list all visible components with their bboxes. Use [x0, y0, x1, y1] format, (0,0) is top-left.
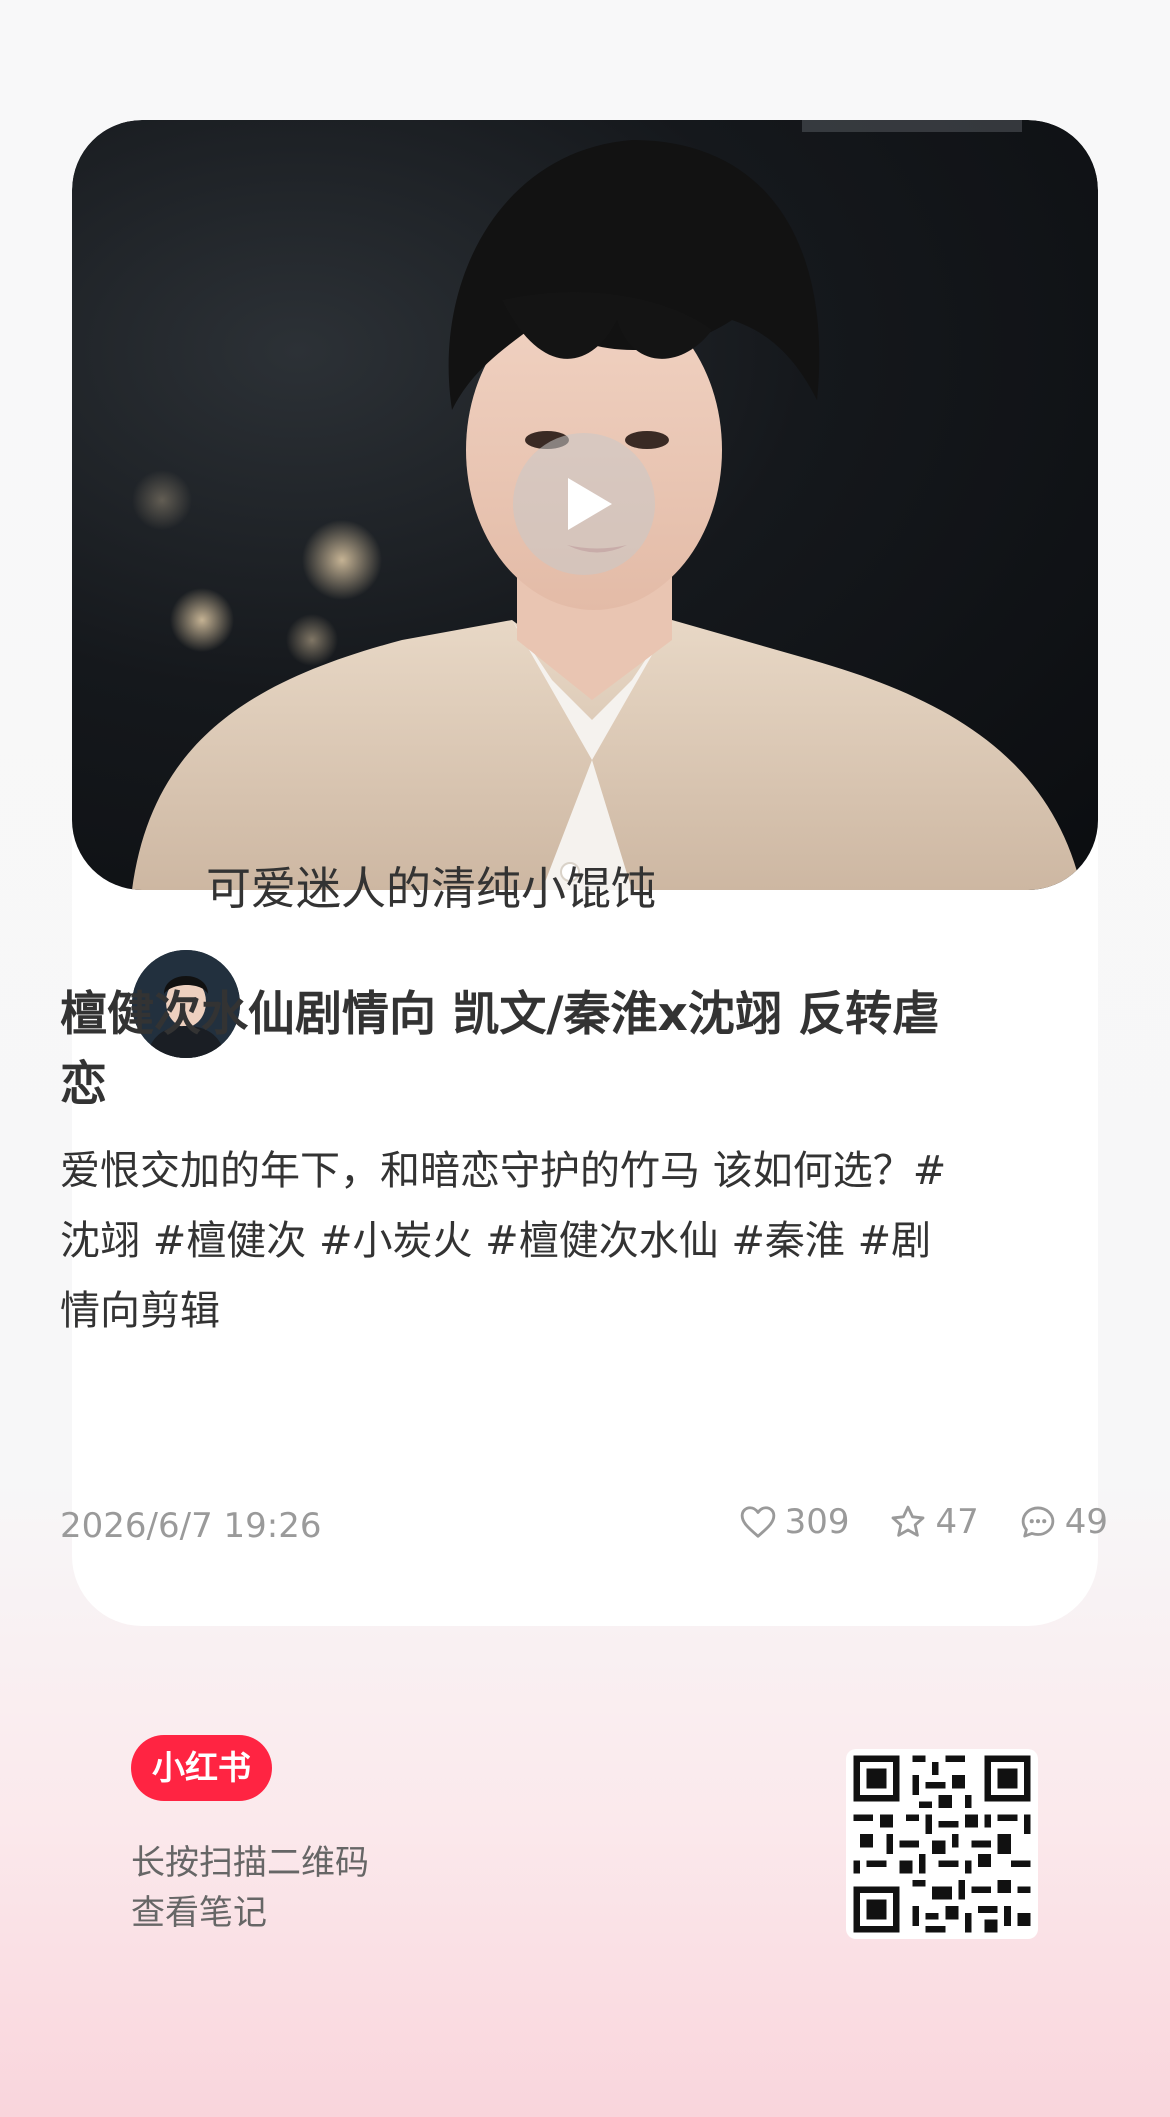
- comment-stat[interactable]: 49: [1019, 1502, 1108, 1542]
- comment-count: 49: [1064, 1502, 1108, 1542]
- favorite-stat[interactable]: 47: [889, 1502, 979, 1542]
- video-cover[interactable]: [72, 120, 1098, 890]
- note-description: 爱恨交加的年下，和暗恋守护的竹马 该如何选？#沈翊 #檀健次 #小炭火 #檀健次…: [60, 1148, 947, 1334]
- scan-hint-line2: 查看笔记: [131, 1893, 267, 1933]
- author-name[interactable]: 可爱迷人的清纯小馄饨: [206, 852, 656, 917]
- note-title: 檀健次水仙剧情向 凯文/秦淮x沈翊 反转虐恋: [60, 987, 940, 1112]
- play-button[interactable]: [513, 433, 655, 575]
- scan-hint: 长按扫描二维码 查看笔记: [131, 1838, 369, 1938]
- note-date: 2026/6/7 19:26: [60, 1506, 322, 1546]
- note-stats: 309 47 49: [699, 1502, 1108, 1542]
- xiaohongshu-logo: 小红书: [131, 1735, 272, 1801]
- star-icon: [892, 1505, 925, 1537]
- comment-icon: [1021, 1506, 1055, 1538]
- like-count: 309: [784, 1502, 850, 1542]
- heart-icon: [740, 1506, 775, 1538]
- qr-code-image: [853, 1755, 1031, 1933]
- play-icon: [568, 478, 612, 530]
- qr-code[interactable]: [846, 1749, 1038, 1939]
- like-stat[interactable]: 309: [739, 1502, 850, 1542]
- scan-hint-line1: 长按扫描二维码: [131, 1843, 369, 1883]
- favorite-count: 47: [935, 1502, 979, 1542]
